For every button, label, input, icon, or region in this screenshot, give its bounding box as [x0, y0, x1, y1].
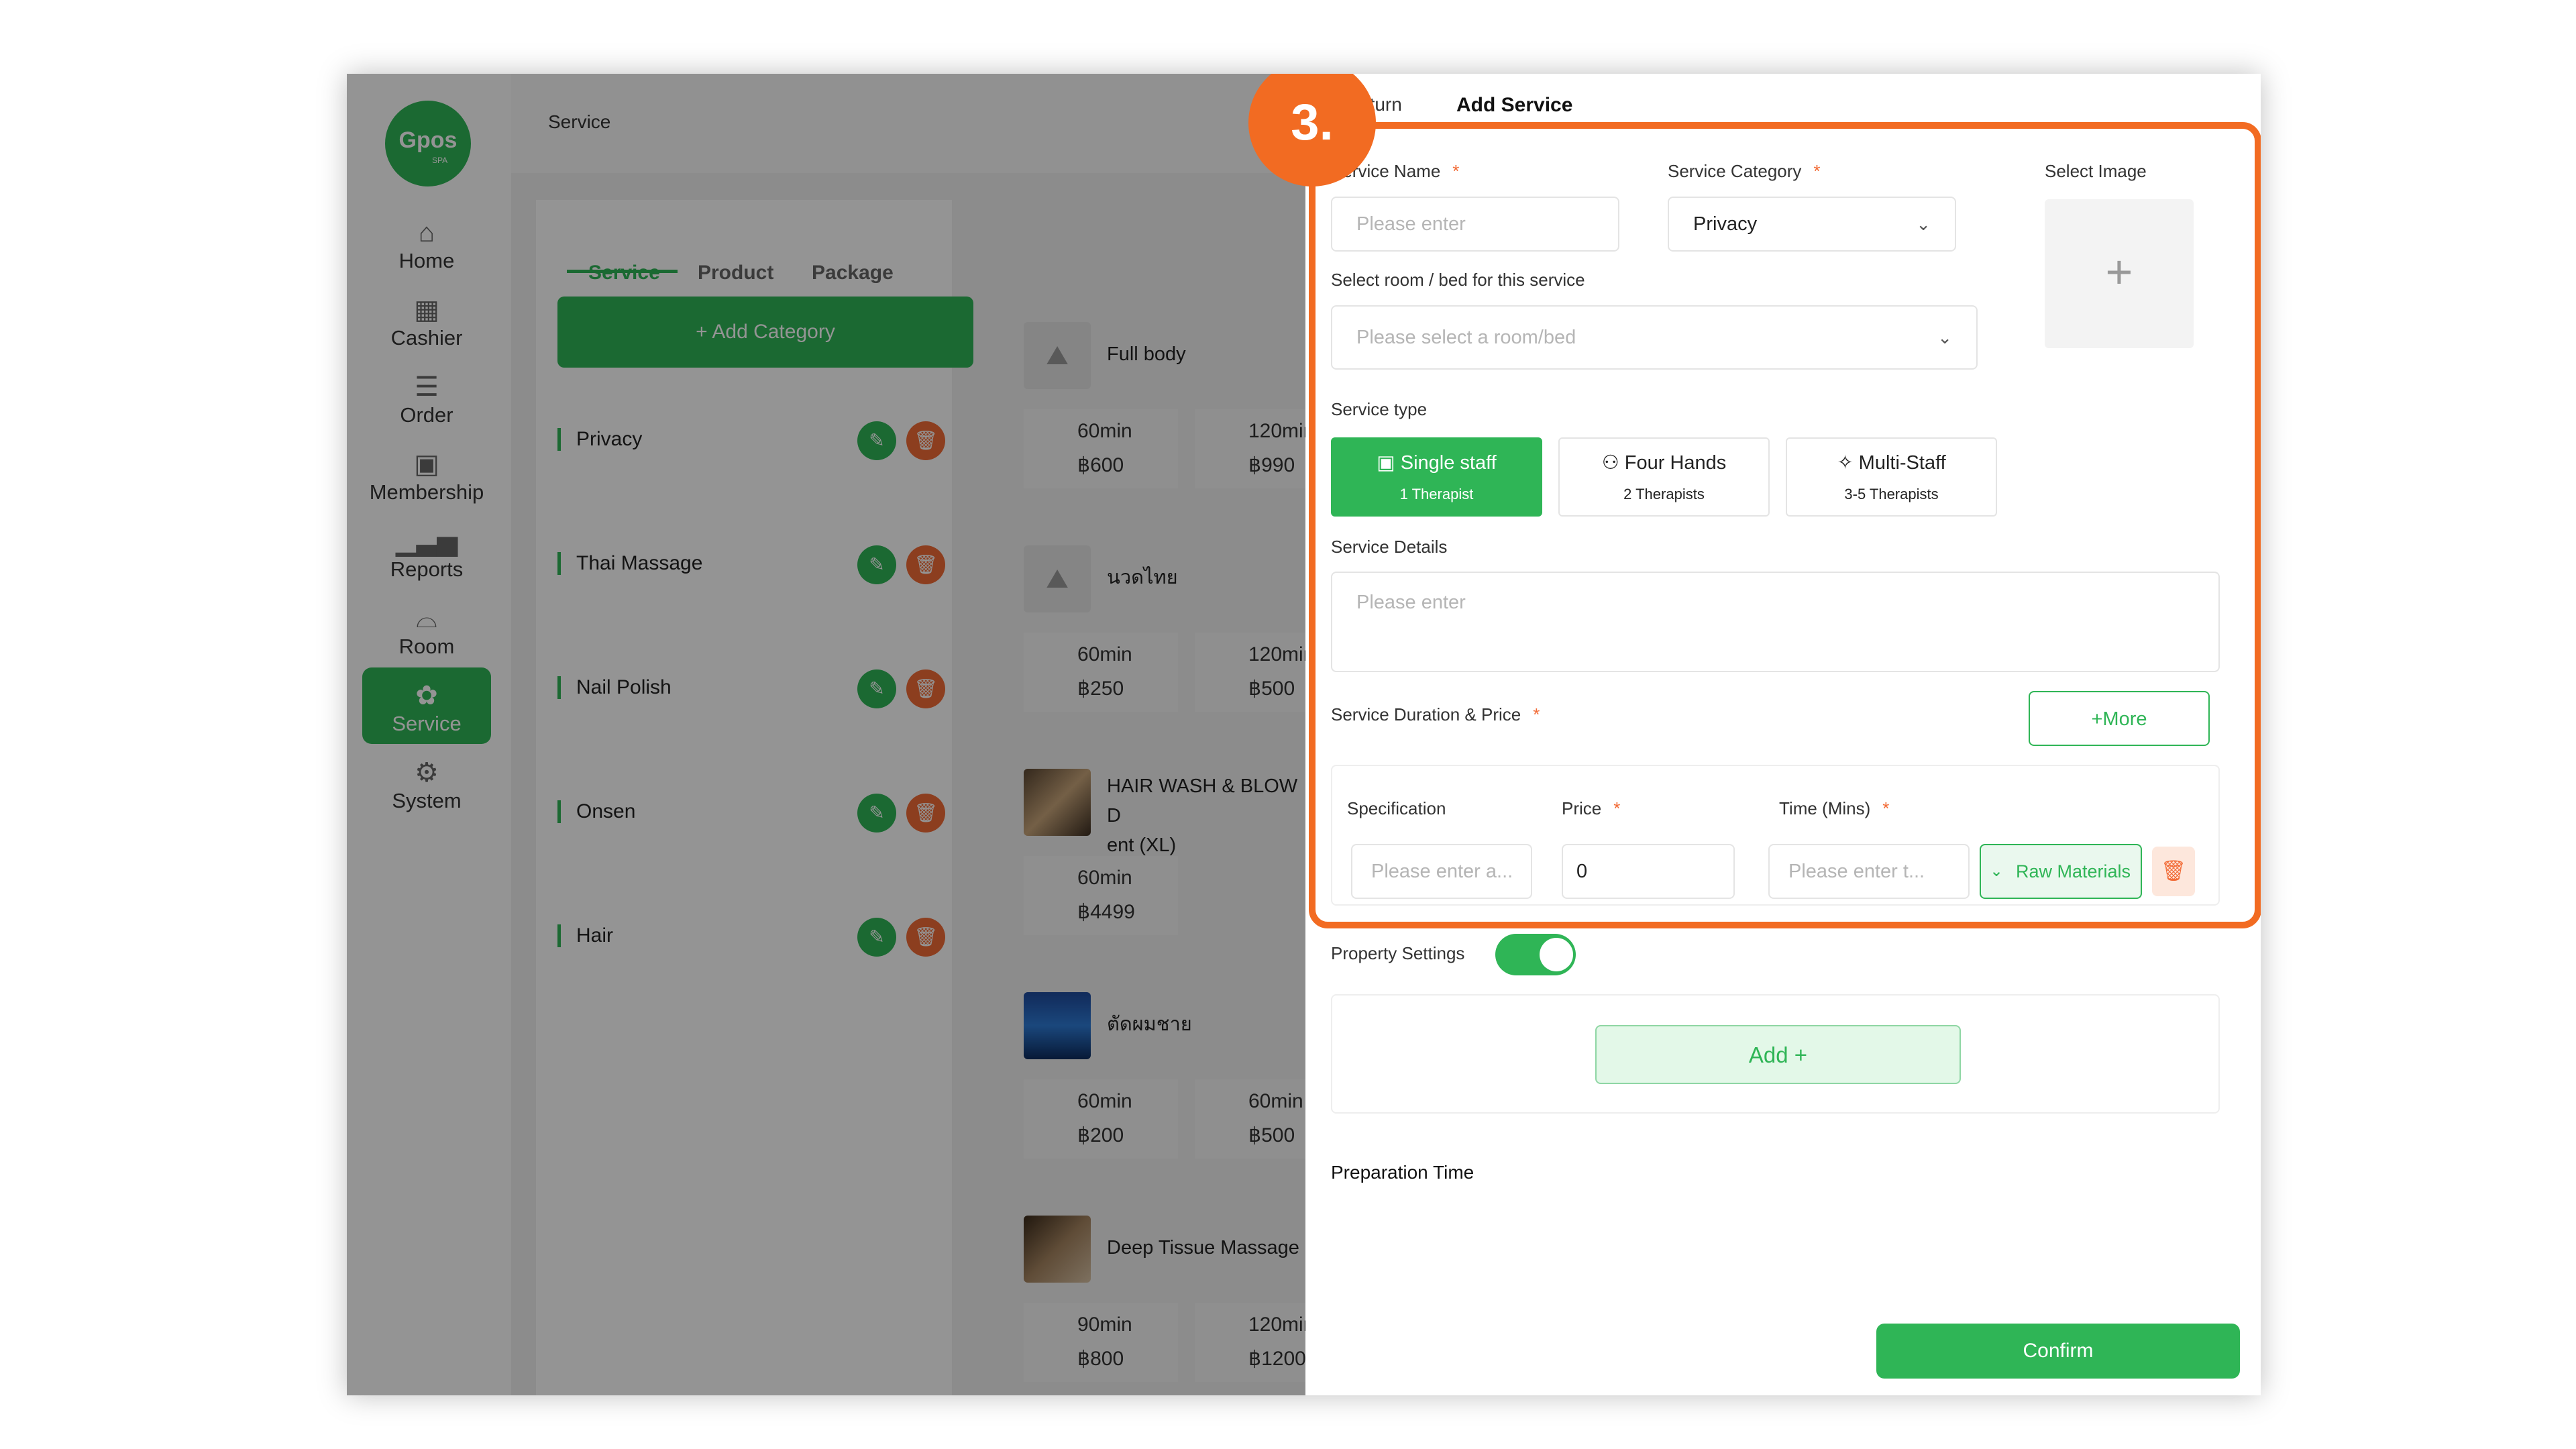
modal-overlay[interactable]: [347, 74, 1309, 1395]
drawer-title: Add Service: [1456, 94, 1573, 116]
add-button-label: Add: [1748, 1042, 1788, 1067]
screenshot-frame: Gpos SPA ⌂ Home ▦ Cashier ☰ Order ▣ Membersh…: [347, 74, 2261, 1395]
property-settings-label: Property Settings: [1331, 943, 1465, 963]
add-property-button[interactable]: Add +: [1595, 1025, 1961, 1084]
preparation-time-label: Preparation Time: [1331, 1162, 1474, 1183]
step-highlight-frame: [1309, 122, 2261, 928]
plus-icon: +: [1794, 1042, 1808, 1067]
toggle-knob: [1540, 938, 1573, 971]
confirm-button[interactable]: Confirm: [1876, 1324, 2240, 1379]
property-settings-toggle[interactable]: [1495, 934, 1576, 975]
